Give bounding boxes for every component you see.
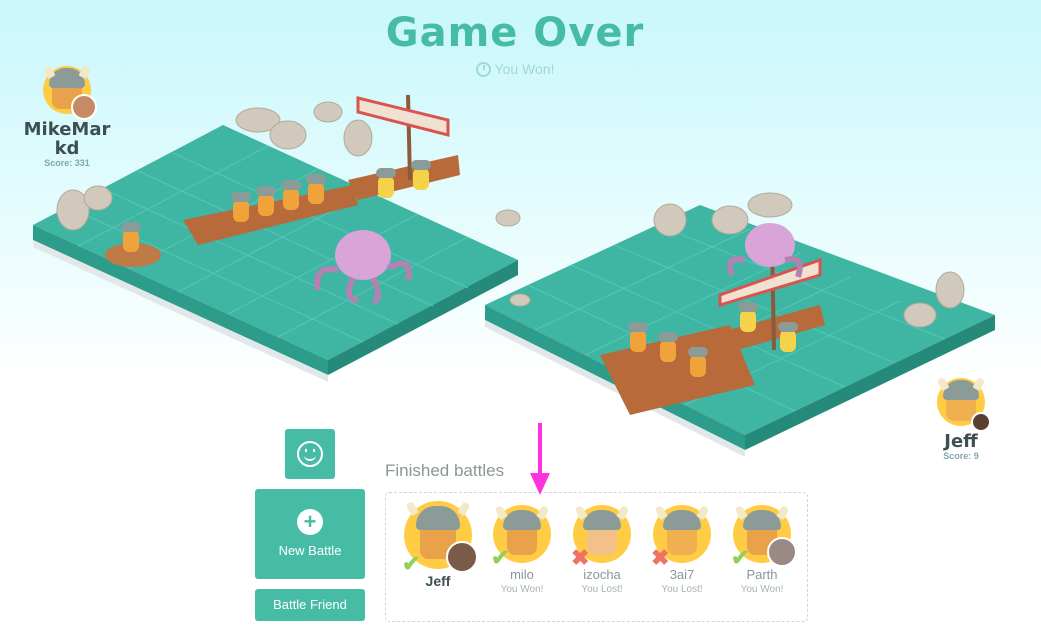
game-result-subtitle: You Won! [0,61,1030,77]
viking-avatar: ✔ [491,504,551,569]
profile-photo-icon [446,541,478,573]
cross-icon: ✖ [651,545,670,570]
emote-button[interactable] [285,429,335,479]
smiley-icon [297,441,323,467]
battle-item[interactable]: ✔ Jeff [398,500,478,589]
new-battle-button[interactable]: + New Battle [255,489,365,579]
battle-item[interactable]: ✖ 3ai7 You Lost! [647,504,717,595]
battle-result: You Lost! [581,584,623,595]
new-battle-label: New Battle [278,543,342,558]
check-icon: ✔ [491,545,510,570]
clock-icon [475,62,491,77]
profile-photo-icon [767,537,797,567]
plus-icon: + [297,509,323,535]
battle-result: You Won! [500,584,544,595]
check-icon: ✔ [731,545,750,570]
finished-battles-list: ✔ Jeff ✔ milo You Won! ✖ izocha You Lost… [385,492,808,622]
viking-avatar: ✖ [651,504,711,569]
battle-result: You Won! [740,584,784,595]
down-arrow-icon [530,423,550,495]
battle-friend-button[interactable]: Battle Friend [255,589,365,621]
finished-battles-title: Finished battles [385,461,505,480]
game-board-right[interactable] [480,165,1000,465]
cross-icon: ✖ [571,545,590,570]
viking-avatar: ✔ [731,504,797,569]
game-board-left[interactable] [28,90,548,390]
battle-result: You Lost! [661,584,703,595]
battle-item[interactable]: ✖ izocha You Lost! [567,504,637,595]
check-icon: ✔ [402,551,421,576]
viking-avatar: ✔ [402,500,478,575]
result-text: You Won! [494,61,555,77]
battle-item[interactable]: ✔ milo You Won! [487,504,557,595]
battle-item[interactable]: ✔ Parth You Won! [727,504,797,595]
game-over-title: Game Over [385,10,645,56]
viking-avatar: ✖ [571,504,631,569]
